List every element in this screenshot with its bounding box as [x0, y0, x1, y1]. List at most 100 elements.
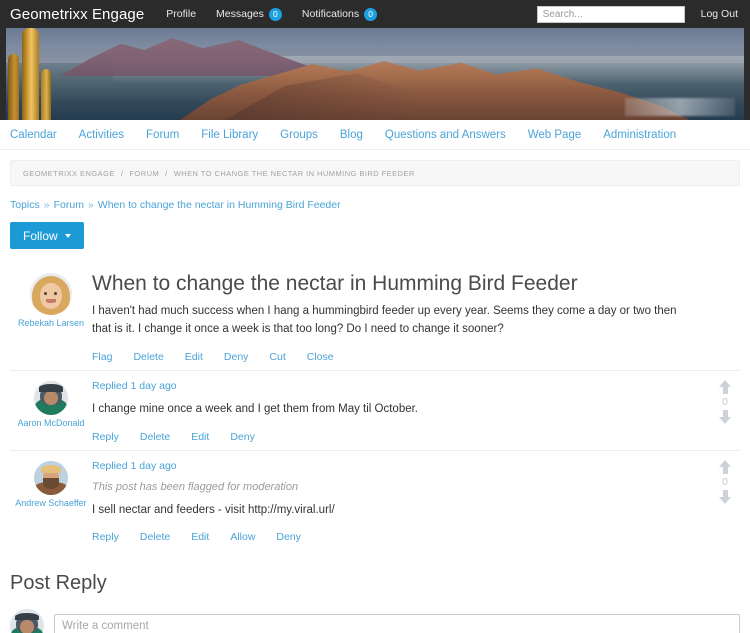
- chevron-down-icon: [64, 233, 71, 238]
- post-author-name[interactable]: Aaron McDonald: [17, 418, 84, 428]
- breadcrumb-item-forum[interactable]: FORUM: [129, 169, 159, 178]
- action-edit[interactable]: Edit: [185, 351, 203, 363]
- action-edit[interactable]: Edit: [191, 431, 209, 443]
- current-user-avatar: [10, 609, 44, 633]
- sitenav-item-forum[interactable]: Forum: [146, 129, 179, 141]
- topic-path-topics[interactable]: Topics: [10, 199, 40, 211]
- sitenav-item-blog[interactable]: Blog: [340, 129, 363, 141]
- breadcrumb-item-current: WHEN TO CHANGE THE NECTAR IN HUMMING BIR…: [173, 168, 415, 178]
- banner-city-lights: [625, 98, 735, 117]
- topnav-item-notifications[interactable]: Notifications 0: [301, 7, 378, 21]
- sitenav-item-groups[interactable]: Groups: [280, 129, 318, 141]
- avatar[interactable]: [34, 380, 68, 415]
- banner-right-edge: [744, 28, 750, 120]
- action-deny[interactable]: Deny: [276, 531, 301, 543]
- logout-button[interactable]: Log Out: [701, 8, 738, 20]
- post-timestamp[interactable]: Replied 1 day ago: [92, 380, 698, 392]
- post-author-name[interactable]: Rebekah Larsen: [18, 318, 84, 328]
- cactus-trunk: [21, 28, 39, 120]
- hero-banner-image: [0, 28, 750, 120]
- action-delete[interactable]: Delete: [140, 531, 170, 543]
- post-text: I sell nectar and feeders - visit http:/…: [92, 503, 335, 516]
- banner-saguaro-cactus: [7, 28, 54, 120]
- breadcrumb-separator: /: [120, 168, 124, 178]
- brand-logo[interactable]: Geometrixx Engage: [10, 6, 144, 23]
- comment-input[interactable]: [54, 614, 740, 633]
- action-deny[interactable]: Deny: [230, 431, 255, 443]
- action-deny[interactable]: Deny: [224, 351, 249, 363]
- vote-control: 0: [710, 379, 740, 425]
- breadcrumb-item-site[interactable]: GEOMETRIXX ENGAGE: [23, 169, 115, 178]
- cactus-left-arm: [7, 53, 19, 120]
- action-reply[interactable]: Reply: [92, 431, 119, 443]
- topic-path-separator: »: [87, 199, 94, 211]
- reply-post: Andrew Schaeffer Replied 1 day ago This …: [10, 449, 740, 551]
- reply-post: Aaron McDonald Replied 1 day ago I chang…: [10, 369, 740, 450]
- breadcrumb: GEOMETRIXX ENGAGE / FORUM / WHEN TO CHAN…: [10, 160, 740, 186]
- action-reply[interactable]: Reply: [92, 531, 119, 543]
- action-cut[interactable]: Cut: [269, 351, 285, 363]
- post-text: I change mine once a week and I get them…: [92, 402, 418, 415]
- thread-root-post: Rebekah Larsen When to change the nectar…: [10, 263, 740, 370]
- avatar[interactable]: [30, 273, 72, 315]
- topnav-label: Profile: [166, 8, 197, 20]
- post-body: When to change the nectar in Humming Bir…: [92, 272, 740, 363]
- topnav-label: Messages: [216, 8, 264, 20]
- post-actions: Reply Delete Edit Allow Deny: [92, 531, 698, 543]
- topnav-label: Notifications: [301, 8, 360, 20]
- page-title: When to change the nectar in Humming Bir…: [92, 272, 578, 295]
- downvote-arrow-icon[interactable]: [718, 490, 732, 505]
- moderation-flag-note: This post has been flagged for moderatio…: [92, 480, 299, 493]
- follow-button[interactable]: Follow: [10, 222, 84, 249]
- post-author-column: Andrew Schaeffer: [10, 460, 92, 544]
- post-timestamp[interactable]: Replied 1 day ago: [92, 460, 698, 472]
- sitenav-item-file-library[interactable]: File Library: [201, 129, 258, 141]
- post-author-column: Rebekah Larsen: [10, 272, 92, 363]
- topbar-right-group: Log Out: [536, 5, 738, 23]
- vote-control: 0: [710, 459, 740, 505]
- cactus-right-arm: [40, 69, 51, 120]
- search-input[interactable]: [536, 5, 685, 23]
- action-edit[interactable]: Edit: [191, 531, 209, 543]
- sitenav-item-questions-and-answers[interactable]: Questions and Answers: [385, 129, 506, 141]
- top-bar: Geometrixx Engage Profile Messages 0 Not…: [0, 0, 750, 28]
- site-nav: Calendar Activities Forum File Library G…: [0, 120, 750, 150]
- topic-path-current[interactable]: When to change the nectar in Humming Bir…: [98, 199, 341, 211]
- notifications-count-badge: 0: [364, 7, 378, 21]
- post-author-name[interactable]: Andrew Schaeffer: [15, 498, 86, 508]
- sitenav-item-web-page[interactable]: Web Page: [528, 129, 582, 141]
- post-actions: Reply Delete Edit Deny: [92, 431, 698, 443]
- post-text: I haven't had much success when I hang a…: [92, 305, 677, 335]
- post-author-column: Aaron McDonald: [10, 380, 92, 443]
- post-reply-section: Post Reply: [10, 572, 740, 633]
- post-reply-heading: Post Reply: [10, 572, 107, 595]
- sitenav-item-calendar[interactable]: Calendar: [10, 129, 57, 141]
- action-allow[interactable]: Allow: [230, 531, 255, 543]
- downvote-arrow-icon[interactable]: [718, 410, 732, 425]
- topnav-item-profile[interactable]: Profile: [166, 8, 196, 20]
- topic-path-separator: »: [43, 199, 50, 211]
- upvote-arrow-icon[interactable]: [718, 459, 732, 474]
- banner-left-edge: [0, 28, 6, 120]
- messages-count-badge: 0: [268, 7, 282, 21]
- breadcrumb-separator: /: [165, 168, 168, 178]
- upvote-arrow-icon[interactable]: [718, 379, 732, 394]
- post-body: Replied 1 day ago I change mine once a w…: [92, 380, 740, 443]
- vote-count: 0: [722, 395, 728, 408]
- post-body: Replied 1 day ago This post has been fla…: [92, 460, 740, 544]
- action-flag[interactable]: Flag: [92, 351, 112, 363]
- post-actions: Flag Delete Edit Deny Cut Close: [92, 351, 698, 363]
- follow-button-label: Follow: [23, 228, 58, 243]
- action-delete[interactable]: Delete: [133, 351, 163, 363]
- action-delete[interactable]: Delete: [140, 431, 170, 443]
- post-list: Rebekah Larsen When to change the nectar…: [10, 263, 740, 550]
- sitenav-item-administration[interactable]: Administration: [603, 129, 676, 141]
- topic-path-forum[interactable]: Forum: [54, 199, 84, 211]
- sitenav-item-activities[interactable]: Activities: [79, 129, 124, 141]
- action-close[interactable]: Close: [307, 351, 334, 363]
- avatar[interactable]: [34, 460, 68, 495]
- topnav-item-messages[interactable]: Messages 0: [216, 7, 282, 21]
- topic-path: Topics » Forum » When to change the nect…: [10, 199, 740, 211]
- top-nav: Profile Messages 0 Notifications 0: [166, 7, 378, 21]
- comment-row: [10, 609, 740, 633]
